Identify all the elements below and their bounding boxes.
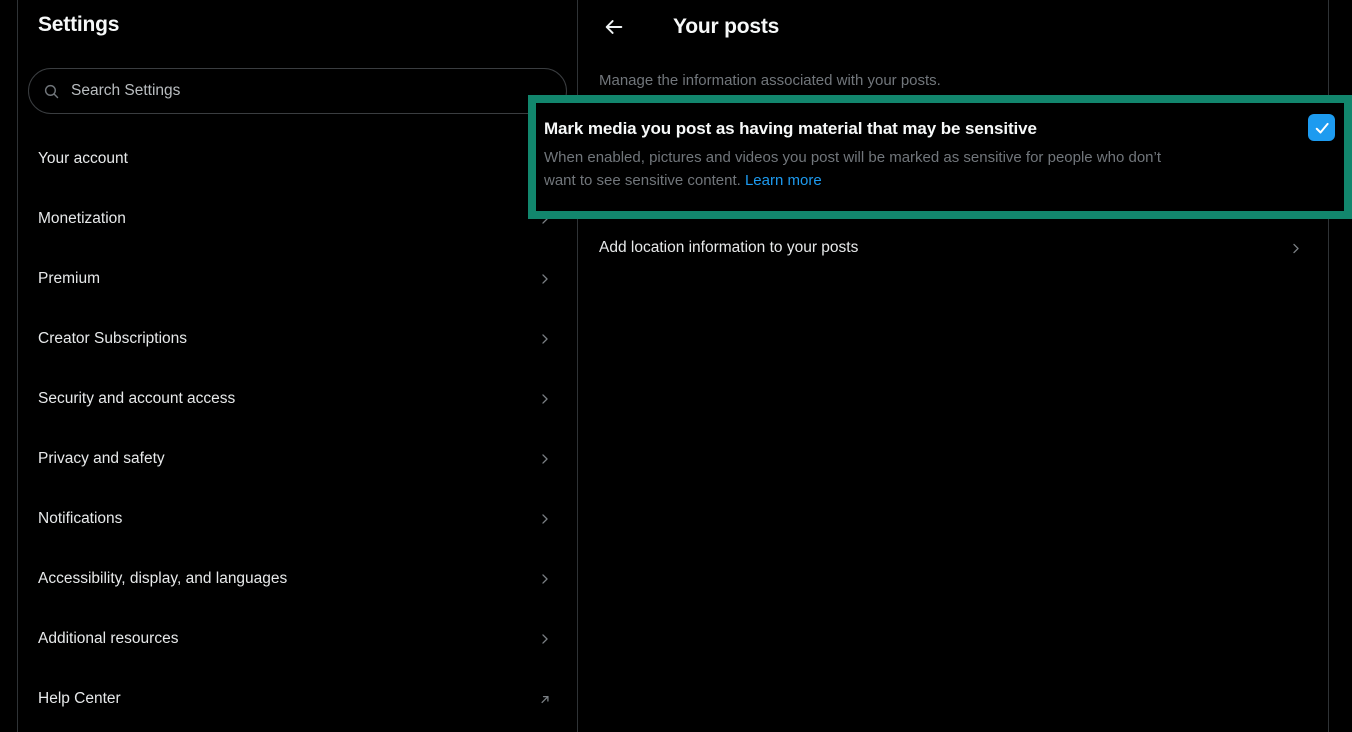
left-edge-divider xyxy=(0,0,18,732)
sidebar-item-premium[interactable]: Premium xyxy=(18,249,577,309)
sidebar-item-help-center[interactable]: Help Center xyxy=(18,669,577,729)
search-settings-box[interactable] xyxy=(28,68,567,114)
page-title: Settings xyxy=(18,0,577,38)
chevron-right-icon xyxy=(538,272,552,286)
sensitive-media-description: When enabled, pictures and videos you po… xyxy=(544,146,1335,192)
sidebar-item-creator-subscriptions[interactable]: Creator Subscriptions xyxy=(18,309,577,369)
sidebar-item-monetization[interactable]: Monetization xyxy=(18,189,577,249)
settings-menu: Your account Monetization Premium Creato… xyxy=(18,129,577,729)
sidebar-item-security-and-account-access[interactable]: Security and account access xyxy=(18,369,577,429)
sidebar-item-accessibility-display-languages[interactable]: Accessibility, display, and languages xyxy=(18,549,577,609)
chevron-right-icon xyxy=(538,512,552,526)
search-icon xyxy=(43,83,60,100)
back-button[interactable] xyxy=(603,16,625,38)
chevron-right-icon xyxy=(538,632,552,646)
chevron-right-icon xyxy=(1289,241,1303,255)
search-input[interactable] xyxy=(71,82,552,100)
sidebar-item-privacy-and-safety[interactable]: Privacy and safety xyxy=(18,429,577,489)
arrow-left-icon xyxy=(603,16,625,38)
chevron-right-icon xyxy=(538,392,552,406)
settings-sidebar: Settings Your account Monetization xyxy=(18,0,578,732)
sensitive-media-setting-highlight: Mark media you post as having material t… xyxy=(528,95,1352,219)
learn-more-link[interactable]: Learn more xyxy=(745,172,822,189)
sidebar-item-additional-resources[interactable]: Additional resources xyxy=(18,609,577,669)
checkmark-icon xyxy=(1313,119,1331,137)
sidebar-item-your-account[interactable]: Your account xyxy=(18,129,577,189)
settings-page: Settings Your account Monetization xyxy=(0,0,1352,732)
sensitive-media-label: Mark media you post as having material t… xyxy=(544,114,1296,141)
sidebar-item-notifications[interactable]: Notifications xyxy=(18,489,577,549)
chevron-right-icon xyxy=(538,572,552,586)
external-link-icon xyxy=(538,692,552,706)
panel-header: Your posts xyxy=(578,0,1328,53)
panel-subtitle: Manage the information associated with y… xyxy=(578,71,1328,90)
add-location-label: Add location information to your posts xyxy=(599,239,858,257)
sensitive-media-checkbox[interactable] xyxy=(1308,114,1335,141)
chevron-right-icon xyxy=(538,452,552,466)
panel-title: Your posts xyxy=(673,15,779,39)
add-location-row[interactable]: Add location information to your posts xyxy=(578,224,1328,272)
chevron-right-icon xyxy=(538,332,552,346)
